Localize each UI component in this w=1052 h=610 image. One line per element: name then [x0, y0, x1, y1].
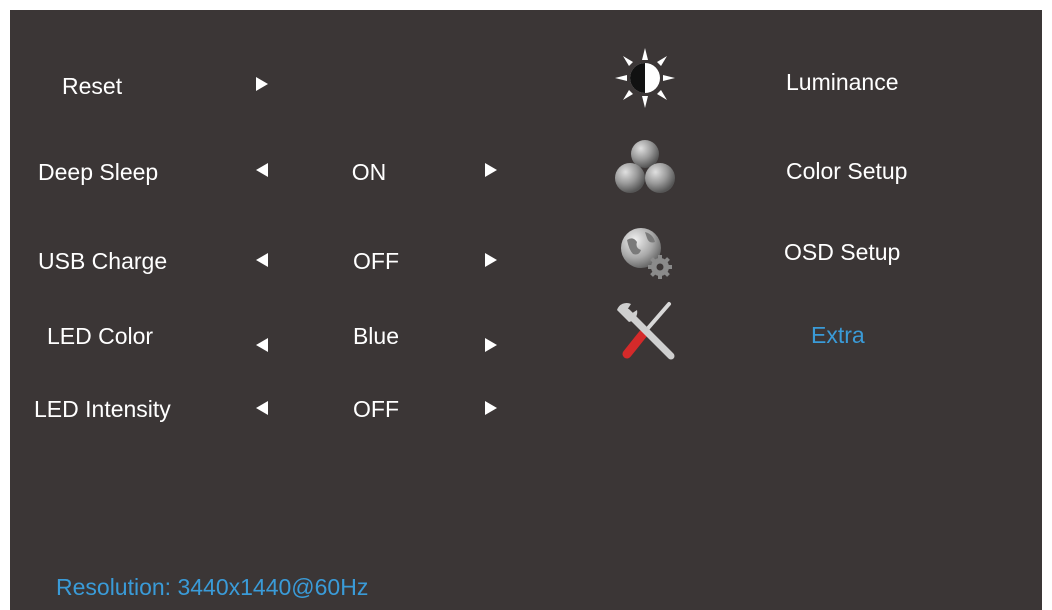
nav-osd-setup[interactable]: OSD Setup [784, 241, 900, 264]
deep-sleep-decrease-arrow[interactable] [256, 163, 268, 177]
led-color-label: LED Color [47, 323, 154, 349]
resolution-status: Resolution: 3440x1440@60Hz [56, 574, 369, 600]
reset-label[interactable]: Reset [62, 75, 122, 98]
led-intensity-label: LED Intensity [34, 396, 171, 422]
usb-charge-increase-arrow[interactable] [485, 253, 497, 267]
deep-sleep-label: Deep Sleep [38, 159, 159, 185]
led-intensity-decrease-arrow[interactable] [256, 401, 268, 415]
usb-charge-label: USB Charge [38, 248, 168, 274]
nav-luminance[interactable]: Luminance [786, 71, 899, 94]
deep-sleep-value: ON [351, 159, 387, 185]
reset-execute-arrow[interactable] [256, 77, 268, 91]
led-intensity-increase-arrow[interactable] [485, 401, 497, 415]
usb-charge-decrease-arrow[interactable] [256, 253, 268, 267]
nav-color-setup[interactable]: Color Setup [786, 160, 907, 183]
globe-gear-icon[interactable] [613, 220, 677, 284]
osd-menu: Reset Deep Sleep ON USB Charge OFF LED C… [10, 10, 1042, 610]
usb-charge-value: OFF [353, 248, 399, 274]
deep-sleep-increase-arrow[interactable] [485, 163, 497, 177]
brightness-contrast-icon[interactable] [613, 46, 677, 110]
color-spheres-icon[interactable] [613, 134, 677, 198]
nav-extra-selected[interactable]: Extra [811, 324, 865, 347]
led-color-increase-arrow[interactable] [485, 338, 497, 352]
wrench-screwdriver-icon[interactable] [613, 300, 677, 364]
led-intensity-value: OFF [353, 396, 399, 422]
led-color-value: Blue [352, 323, 400, 349]
led-color-decrease-arrow[interactable] [256, 338, 268, 352]
